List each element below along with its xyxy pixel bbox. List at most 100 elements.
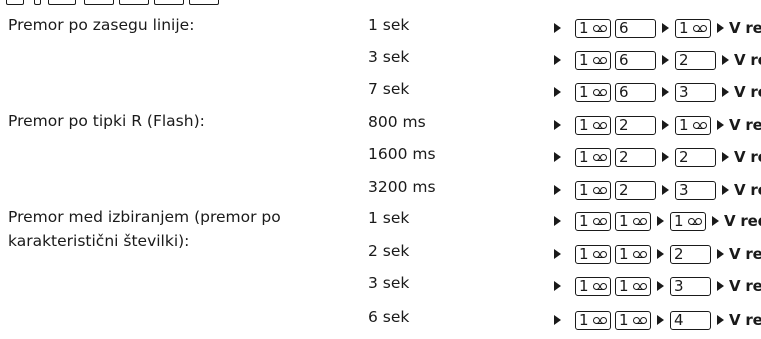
right-triangle-icon — [662, 185, 669, 195]
key-button: 6 — [615, 50, 656, 70]
key-sequence: 1 1 1 V redu — [554, 210, 761, 232]
right-triangle-icon — [717, 249, 724, 259]
voicemail-icon — [632, 282, 647, 290]
clipped-key — [84, 0, 114, 5]
key-sequence: 1 2 1 V redu — [554, 114, 761, 136]
setting-value: 800 ms — [368, 113, 426, 131]
right-triangle-icon — [722, 185, 729, 195]
key-button: 2 — [615, 115, 656, 135]
key-sequence: 1 6 1 V redu — [554, 17, 761, 39]
key-button: 1 — [575, 180, 611, 200]
voicemail-icon — [592, 56, 607, 64]
right-triangle-icon — [554, 55, 561, 65]
right-triangle-icon — [662, 87, 669, 97]
right-triangle-icon — [717, 315, 724, 325]
setting-value: 2 sek — [368, 242, 410, 260]
key-digit: 1 — [679, 115, 689, 134]
key-button: 6 — [615, 18, 656, 38]
confirm-label: V redu — [729, 277, 761, 295]
key-digit: 1 — [579, 115, 589, 134]
key-digit: 2 — [619, 147, 629, 166]
key-digit: 1 — [579, 18, 589, 37]
right-triangle-icon — [554, 152, 561, 162]
key-digit: 1 — [619, 276, 629, 295]
right-triangle-icon — [662, 23, 669, 33]
key-button: 1 — [615, 276, 651, 296]
key-sequence: 1 6 2 V redu — [554, 49, 761, 71]
right-triangle-icon — [554, 185, 561, 195]
voicemail-icon — [592, 88, 607, 96]
setting-value: 1 sek — [368, 16, 410, 34]
right-triangle-icon — [717, 281, 724, 291]
right-triangle-icon — [657, 249, 664, 259]
key-button: 1 — [575, 276, 611, 296]
key-digit: 1 — [579, 180, 589, 199]
voicemail-icon — [692, 121, 707, 129]
key-digit: 6 — [619, 82, 629, 101]
key-button: 1 — [575, 244, 611, 264]
right-triangle-icon — [554, 315, 561, 325]
key-button: 1 — [575, 147, 611, 167]
voicemail-icon — [592, 24, 607, 32]
confirm-label: V redu — [729, 116, 761, 134]
key-digit: 1 — [674, 211, 684, 230]
key-button: 3 — [675, 180, 716, 200]
key-button: 2 — [615, 180, 656, 200]
right-triangle-icon — [662, 152, 669, 162]
setting-label-flash-pause: Premor po tipki R (Flash): — [8, 112, 205, 130]
key-sequence: 1 1 2 V redu — [554, 243, 761, 265]
key-button: 2 — [675, 50, 716, 70]
voicemail-icon — [592, 282, 607, 290]
key-digit: 4 — [674, 310, 684, 329]
key-digit: 1 — [579, 147, 589, 166]
confirm-label: V redu — [729, 19, 761, 37]
setting-value: 7 sek — [368, 80, 410, 98]
key-button: 1 — [575, 82, 611, 102]
right-triangle-icon — [662, 120, 669, 130]
setting-value: 3 sek — [368, 274, 410, 292]
key-button: 1 — [675, 115, 711, 135]
setting-label-dial-pause-cont: karakteristični številki): — [8, 232, 190, 250]
key-digit: 6 — [619, 50, 629, 69]
voicemail-icon — [632, 316, 647, 324]
key-digit: 1 — [579, 82, 589, 101]
clipped-key — [189, 0, 219, 5]
key-digit: 2 — [619, 180, 629, 199]
key-digit: 1 — [619, 211, 629, 230]
right-triangle-icon — [554, 120, 561, 130]
clipped-key-row — [0, 0, 761, 6]
key-button: 6 — [615, 82, 656, 102]
key-digit: 6 — [619, 18, 629, 37]
voicemail-icon — [632, 250, 647, 258]
key-digit: 1 — [619, 310, 629, 329]
clipped-key — [154, 0, 184, 5]
setting-value: 6 sek — [368, 308, 410, 326]
key-digit: 3 — [674, 276, 684, 295]
key-button: 1 — [575, 50, 611, 70]
key-sequence: 1 1 3 V redu — [554, 275, 761, 297]
voicemail-icon — [592, 250, 607, 258]
key-button: 1 — [575, 18, 611, 38]
key-digit: 2 — [679, 50, 689, 69]
right-triangle-icon — [712, 216, 719, 226]
setting-value: 1600 ms — [368, 145, 436, 163]
clipped-key — [48, 0, 76, 5]
key-digit: 2 — [674, 244, 684, 263]
setting-value: 1 sek — [368, 209, 410, 227]
voicemail-icon — [592, 316, 607, 324]
key-button: 1 — [575, 310, 611, 330]
voicemail-icon — [592, 153, 607, 161]
right-triangle-icon — [554, 87, 561, 97]
key-sequence: 1 1 4 V redu — [554, 309, 761, 331]
right-triangle-icon — [722, 152, 729, 162]
key-button: 1 — [615, 244, 651, 264]
confirm-label: V redu — [734, 181, 761, 199]
right-triangle-icon — [554, 216, 561, 226]
key-button: 1 — [615, 211, 651, 231]
key-button: 3 — [670, 276, 711, 296]
key-button: 1 — [670, 211, 706, 231]
right-triangle-icon — [657, 315, 664, 325]
key-digit: 1 — [579, 211, 589, 230]
key-digit: 3 — [679, 82, 689, 101]
confirm-label: V redu — [734, 83, 761, 101]
